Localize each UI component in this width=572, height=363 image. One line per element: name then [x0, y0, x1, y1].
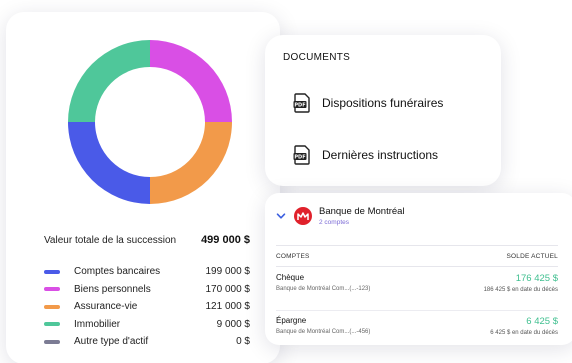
- document-funeral-arrangements[interactable]: PDF Dispositions funéraires: [293, 93, 443, 113]
- pdf-icon: PDF: [293, 93, 310, 113]
- table-row[interactable]: Chèque Banque de Montréal Com...(...-123…: [276, 273, 558, 293]
- account-name: Chèque: [276, 273, 305, 282]
- legend-item: Assurance-vie 121 000 $: [44, 298, 250, 316]
- legend-label: Autre type d'actif: [74, 336, 149, 348]
- legend-value: 170 000 $: [205, 283, 251, 295]
- account-balance: 6 425 $: [526, 316, 558, 327]
- legend-swatch: [44, 339, 60, 344]
- legend-swatch: [44, 322, 60, 327]
- bank-logo-icon: [294, 207, 312, 225]
- bank-account-count: 2 comptes: [319, 219, 349, 226]
- bank-name: Banque de Montréal: [319, 206, 405, 217]
- donut-slice-biens-personnels: [150, 40, 232, 122]
- legend-label: Comptes bancaires: [74, 266, 161, 278]
- donut-slice-comptes-bancaires: [68, 122, 150, 204]
- chevron-down-icon[interactable]: [276, 211, 286, 221]
- legend-label: Immobilier: [74, 318, 121, 330]
- account-balance-at-death: 186 425 $ en date du décès: [483, 287, 558, 293]
- legend-value: 121 000 $: [205, 301, 251, 313]
- legend-item: Autre type d'actif 0 $: [44, 333, 250, 351]
- document-last-instructions[interactable]: PDF Dernières instructions: [293, 145, 438, 165]
- documents-card: DOCUMENTS PDF Dispositions funéraires PD…: [265, 35, 501, 186]
- table-row[interactable]: Épargne Banque de Montréal Com...(...-45…: [276, 310, 558, 336]
- account-name: Épargne: [276, 316, 307, 325]
- legend-item: Comptes bancaires 199 000 $: [44, 263, 250, 281]
- document-label: Dispositions funéraires: [322, 96, 444, 110]
- account-detail: Banque de Montréal Com...(...-456): [276, 329, 371, 335]
- legend-item: Immobilier 9 000 $: [44, 316, 250, 334]
- legend-value: 0 $: [236, 336, 250, 348]
- legend-swatch: [44, 304, 60, 309]
- donut-slice-immobilier: [68, 40, 150, 122]
- account-detail: Banque de Montréal Com...(...-123): [276, 286, 371, 292]
- account-balance: 176 425 $: [515, 273, 558, 284]
- documents-title: DOCUMENTS: [283, 52, 351, 63]
- account-balance-at-death: 6 425 $ en date du décès: [490, 330, 558, 336]
- svg-text:PDF: PDF: [294, 155, 305, 161]
- legend-swatch: [44, 269, 60, 274]
- legend-value: 199 000 $: [205, 266, 251, 278]
- document-label: Dernières instructions: [322, 148, 439, 162]
- asset-donut-chart: [68, 40, 232, 204]
- column-balance: SOLDE ACTUEL: [506, 252, 558, 260]
- legend-value: 9 000 $: [216, 318, 250, 330]
- legend-label: Assurance-vie: [74, 301, 138, 313]
- total-value-label: Valeur totale de la succession: [44, 235, 177, 246]
- svg-text:PDF: PDF: [294, 103, 305, 109]
- bank-header[interactable]: Banque de Montréal 2 comptes: [276, 206, 405, 226]
- legend-swatch: [44, 287, 60, 292]
- legend-item: Biens personnels 170 000 $: [44, 281, 250, 299]
- total-value-row: Valeur totale de la succession 499 000 $: [44, 234, 250, 246]
- total-value-amount: 499 000 $: [201, 234, 250, 246]
- estate-summary-card: Valeur totale de la succession 499 000 $…: [6, 12, 280, 363]
- asset-legend: Comptes bancaires 199 000 $ Biens person…: [44, 263, 250, 351]
- legend-label: Biens personnels: [74, 283, 151, 295]
- column-accounts: COMPTES: [276, 252, 310, 260]
- bank-accounts-card: Banque de Montréal 2 comptes COMPTES SOL…: [265, 193, 572, 345]
- pdf-icon: PDF: [293, 145, 310, 165]
- accounts-table-header: COMPTES SOLDE ACTUEL: [276, 245, 558, 267]
- donut-slice-assurance-vie: [150, 122, 232, 204]
